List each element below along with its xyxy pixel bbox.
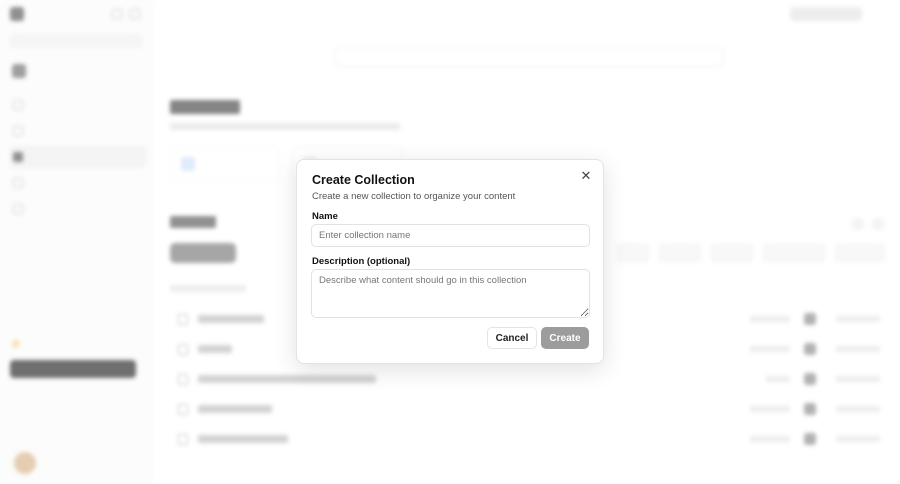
description-textarea[interactable] xyxy=(311,269,590,318)
create-button[interactable]: Create xyxy=(541,327,589,349)
name-label: Name xyxy=(312,211,338,222)
cancel-button[interactable]: Cancel xyxy=(487,327,537,349)
dialog-subtitle: Create a new collection to organize your… xyxy=(312,191,516,202)
dialog-title: Create Collection xyxy=(312,173,415,187)
description-label: Description (optional) xyxy=(312,256,411,267)
collection-name-input[interactable] xyxy=(311,224,590,247)
close-icon[interactable]: ✕ xyxy=(579,169,593,183)
create-collection-dialog: Create Collection Create a new collectio… xyxy=(296,159,604,364)
